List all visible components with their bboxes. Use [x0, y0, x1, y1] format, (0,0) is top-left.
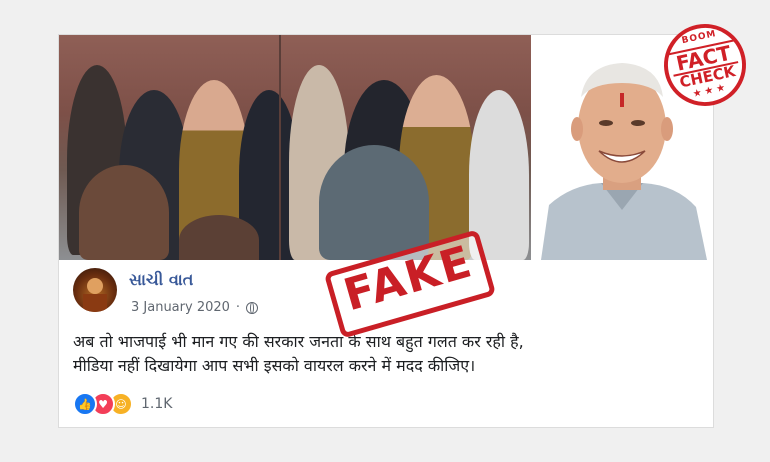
avatar-illustration: [83, 278, 107, 312]
reaction-count[interactable]: 1.1K: [141, 396, 172, 412]
globe-icon[interactable]: [246, 301, 259, 314]
image-divider: [279, 35, 281, 260]
reactions-bar[interactable]: 👍 ♥ ☺ 1.1K: [73, 392, 172, 416]
video-screenshot-image[interactable]: [59, 35, 531, 260]
like-icon: 👍: [73, 392, 97, 416]
page-avatar[interactable]: [73, 268, 117, 312]
post-text-line: मीडिया नहीं दिखायेगा आप सभी इसको वायरल क…: [73, 356, 476, 375]
author-name-link[interactable]: સાચી વાત: [129, 270, 193, 290]
post-text: अब तो भाजपाई भी मान गए की सरकार जनता के …: [73, 330, 633, 378]
post-meta: 3 January 2020 ·: [131, 300, 259, 315]
post-date-link[interactable]: 3 January 2020: [131, 300, 230, 315]
facebook-post-card: સાચી વાત 3 January 2020 · अब तो भाजपाई भ…: [58, 34, 714, 428]
